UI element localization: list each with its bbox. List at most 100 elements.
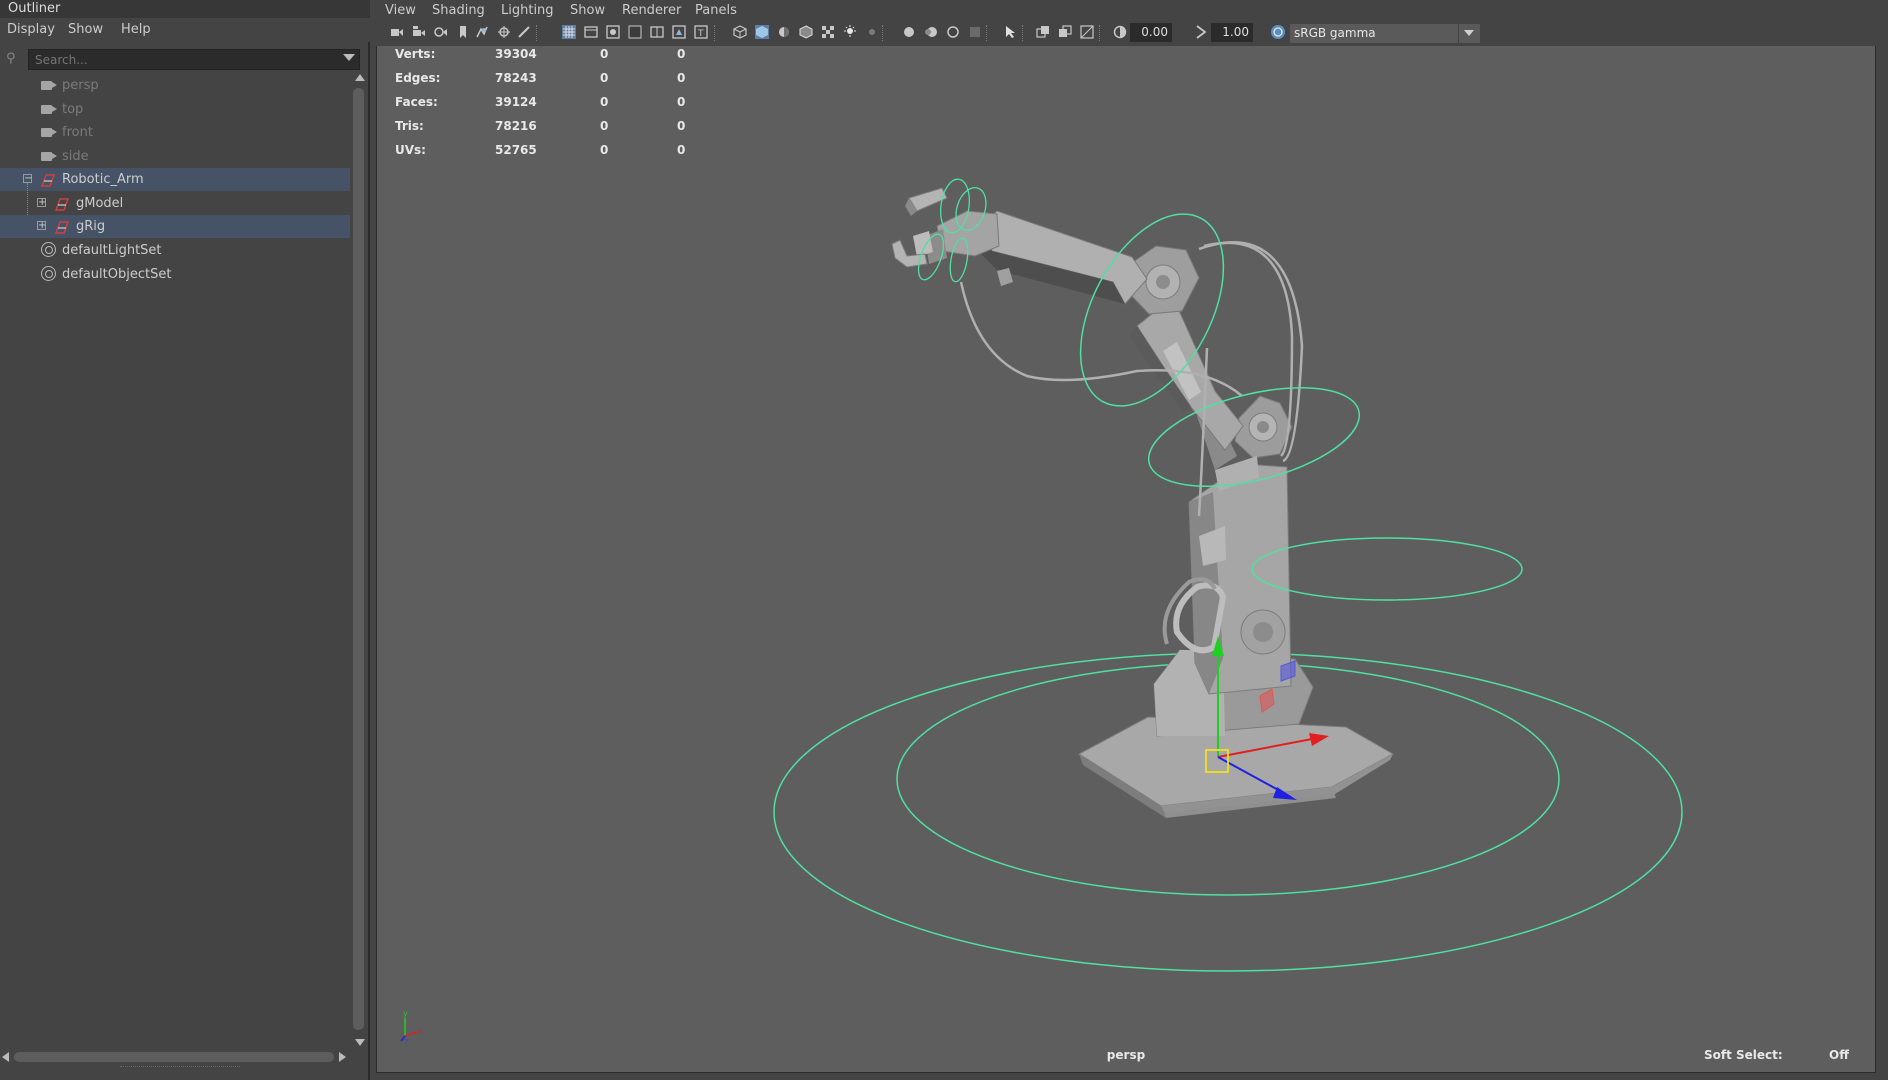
scroll-up-icon[interactable] xyxy=(355,74,365,81)
scrollbar-thumb[interactable] xyxy=(353,88,364,1030)
scroll-right-icon[interactable] xyxy=(339,1052,346,1062)
hud-row-faces: Faces: 39124 0 0 xyxy=(395,94,715,118)
menu-help[interactable]: Help xyxy=(121,18,151,42)
menu-panels[interactable]: Panels xyxy=(695,0,737,22)
outliner-item-label: front xyxy=(62,125,93,140)
color-space-dropdown[interactable]: sRGB gamma xyxy=(1290,24,1480,43)
search-input[interactable] xyxy=(28,49,360,70)
3d-viewport[interactable]: Verts: 39304 0 0 Edges: 78243 0 0 Faces:… xyxy=(376,46,1876,1073)
ambient-occlusion-icon[interactable] xyxy=(902,25,916,39)
camera-icon xyxy=(41,81,52,90)
camera-attributes-icon[interactable] xyxy=(412,25,426,39)
svg-text:x: x xyxy=(418,1026,423,1035)
textured-icon[interactable] xyxy=(821,25,835,39)
outliner-item-persp[interactable]: persp xyxy=(0,74,350,97)
hud-label: Faces: xyxy=(395,95,438,109)
resolution-gate-icon[interactable] xyxy=(606,25,620,39)
motion-blur-icon[interactable] xyxy=(924,25,938,39)
hud-value: 78216 xyxy=(495,119,537,133)
expand-icon[interactable]: + xyxy=(37,221,46,231)
gate-mask-icon[interactable] xyxy=(628,25,642,39)
toolbar-separator xyxy=(986,25,989,41)
menu-shading[interactable]: Shading xyxy=(432,0,485,22)
scroll-down-icon[interactable] xyxy=(355,1039,365,1046)
outliner-item-robotic-arm[interactable]: − Robotic_Arm xyxy=(0,168,350,191)
grid-icon[interactable] xyxy=(562,25,576,39)
hud-value: 0 xyxy=(600,95,609,109)
field-chart-icon[interactable] xyxy=(650,25,664,39)
outliner-item-grig[interactable]: + gRig xyxy=(0,215,350,238)
toolbar-separator xyxy=(1022,25,1025,41)
menu-show[interactable]: Show xyxy=(570,0,605,22)
toolbar-separator xyxy=(714,25,717,41)
camera-icon xyxy=(41,128,52,137)
exposure-field[interactable]: 0.00 xyxy=(1130,23,1172,42)
outliner-item-label: top xyxy=(62,102,84,117)
outliner-item-side[interactable]: side xyxy=(0,145,350,168)
scroll-left-icon[interactable] xyxy=(2,1052,9,1062)
outliner-item-gmodel[interactable]: + gModel xyxy=(0,192,350,215)
filter-icon[interactable]: ⚲ xyxy=(6,51,21,66)
outliner-item-front[interactable]: front xyxy=(0,121,350,144)
isolate-select-icon[interactable] xyxy=(1004,25,1018,39)
menu-lighting[interactable]: Lighting xyxy=(501,0,554,22)
gamma-icon[interactable] xyxy=(1194,25,1208,39)
color-management-icon[interactable] xyxy=(1270,24,1286,40)
anti-aliasing-icon[interactable] xyxy=(946,25,960,39)
collapse-icon[interactable]: − xyxy=(23,174,32,184)
toolbar-separator xyxy=(536,25,539,41)
hud-value: 0 xyxy=(677,119,686,133)
svg-text:y: y xyxy=(403,1009,408,1018)
search-dropdown-icon[interactable] xyxy=(343,54,355,61)
viewport-menu-bar: View Shading Lighting Show Renderer Pane… xyxy=(372,0,1888,20)
xray-joints-icon[interactable] xyxy=(1058,25,1072,39)
outliner-vertical-scrollbar[interactable] xyxy=(352,74,366,1046)
use-all-lights-icon[interactable] xyxy=(843,25,857,39)
film-gate-icon[interactable] xyxy=(584,25,598,39)
menu-show[interactable]: Show xyxy=(68,18,103,42)
base-rotate-control-curve[interactable] xyxy=(1251,537,1523,601)
chevron-down-icon[interactable] xyxy=(1464,30,1474,36)
camera-icon xyxy=(41,105,52,114)
smooth-shade-icon[interactable] xyxy=(755,25,769,39)
default-material-icon[interactable] xyxy=(777,25,791,39)
menu-renderer[interactable]: Renderer xyxy=(622,0,681,22)
hud-row-uvs: UVs: 52765 0 0 xyxy=(395,142,715,166)
2d-pan-zoom-icon[interactable] xyxy=(475,25,489,39)
gamma-field[interactable]: 1.00 xyxy=(1211,23,1253,42)
safe-action-icon[interactable] xyxy=(672,25,686,39)
outliner-item-label: gModel xyxy=(76,196,124,211)
safe-title-icon[interactable]: T xyxy=(694,25,708,39)
xray-icon[interactable] xyxy=(1036,25,1050,39)
menu-display[interactable]: Display xyxy=(7,18,55,42)
image-plane-icon[interactable] xyxy=(456,25,470,39)
outliner-title: Outliner xyxy=(0,0,370,18)
toolbar-separator xyxy=(1099,25,1102,41)
menu-view[interactable]: View xyxy=(385,0,416,22)
robot-forearm-mesh[interactable] xyxy=(913,210,1148,305)
scrollbar-thumb[interactable] xyxy=(14,1052,334,1062)
wireframe-icon[interactable] xyxy=(733,25,747,39)
hud-value: 78243 xyxy=(495,71,537,85)
outliner-item-top[interactable]: top xyxy=(0,98,350,121)
outliner-horizontal-scrollbar[interactable] xyxy=(0,1050,352,1064)
wireframe-on-shaded-icon[interactable] xyxy=(799,25,813,39)
hud-row-verts: Verts: 39304 0 0 xyxy=(395,46,715,70)
exposure-icon[interactable] xyxy=(1113,25,1127,39)
panel-resize-grip[interactable] xyxy=(120,1066,240,1070)
xray-active-components-icon[interactable] xyxy=(1080,25,1094,39)
hud-value: 0 xyxy=(600,119,609,133)
pencil-icon[interactable] xyxy=(517,25,531,39)
object-set-icon xyxy=(41,266,56,281)
depth-of-field-icon[interactable] xyxy=(968,25,982,39)
outliner-item-default-light-set[interactable]: defaultLightSet xyxy=(0,239,350,262)
grease-pencil-icon[interactable] xyxy=(497,25,511,39)
shadows-icon[interactable] xyxy=(865,25,879,39)
outliner-item-default-object-set[interactable]: defaultObjectSet xyxy=(0,263,350,286)
expand-icon[interactable]: + xyxy=(37,198,46,208)
select-camera-icon[interactable] xyxy=(390,25,404,39)
hud-value: 0 xyxy=(677,71,686,85)
robotic-arm-scene[interactable] xyxy=(377,46,1875,1072)
outliner-tree: persp top front side − Robotic_Arm + gMo… xyxy=(0,74,352,1044)
bookmarks-icon[interactable] xyxy=(434,25,448,39)
